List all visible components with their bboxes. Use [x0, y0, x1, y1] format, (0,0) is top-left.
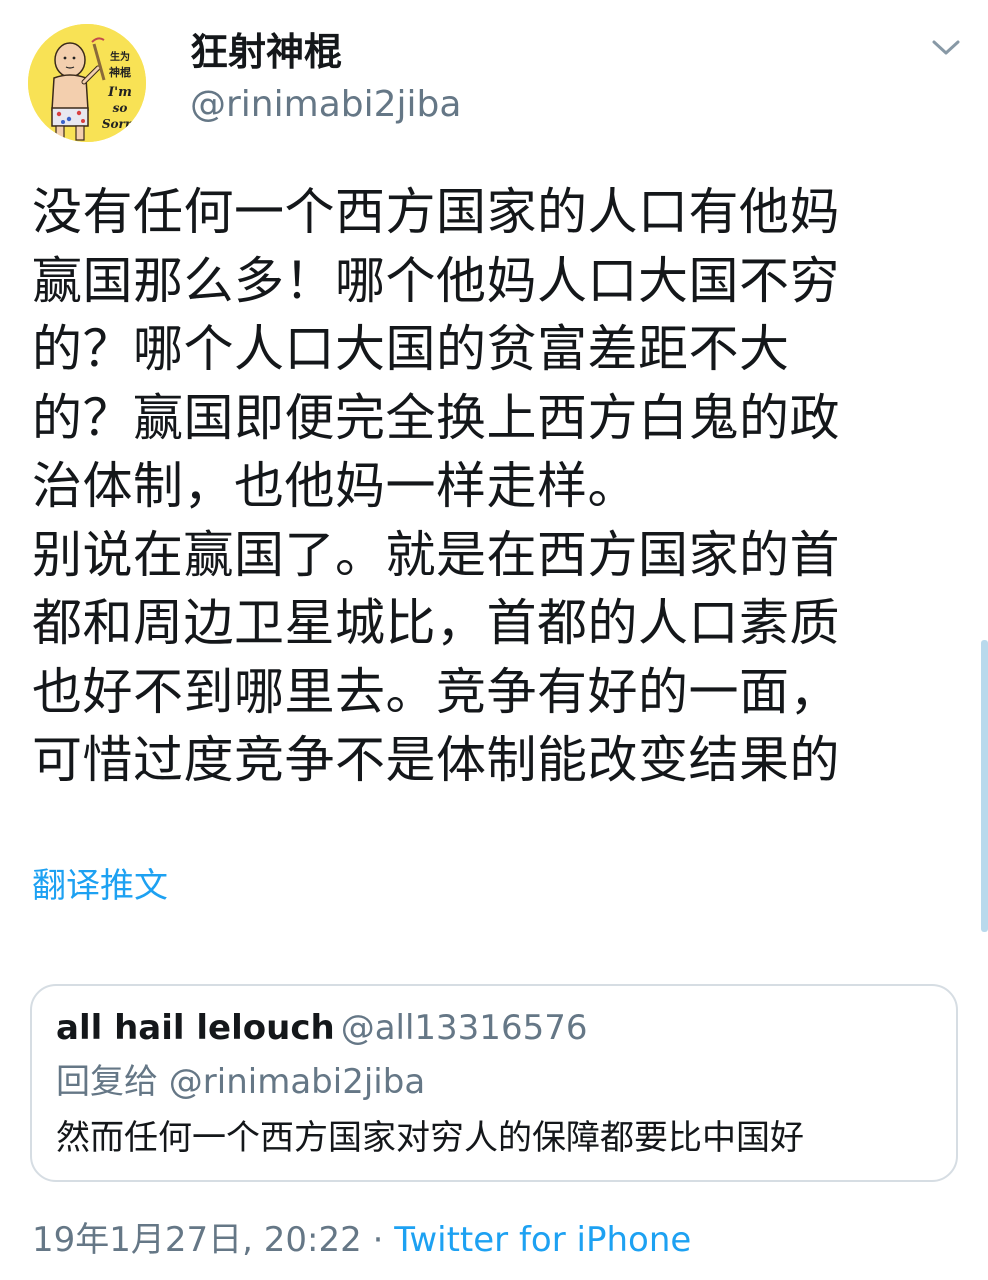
quoted-tweet-text: 然而任何一个西方国家对穷人的保障都要比中国好	[56, 1118, 804, 1158]
svg-text:I'm: I'm	[107, 85, 132, 100]
translate-tweet-link[interactable]: 翻译推文	[32, 864, 168, 908]
quoted-author: all hail lelouch @all13316576	[56, 1006, 587, 1050]
svg-text:so: so	[113, 101, 128, 115]
svg-text:神棍: 神棍	[109, 65, 131, 79]
quoted-author-handle: @all13316576	[340, 1008, 588, 1048]
tweet-text: 没有任何一个西方国家的人口有他妈 赢国那么多！哪个他妈人口大国不穷 的？哪个人口…	[32, 183, 840, 789]
quoted-author-name: all hail lelouch	[56, 1008, 335, 1048]
author-display-name[interactable]: 狂射神棍	[190, 28, 342, 76]
avatar[interactable]: 生为 神棍 I'm so Sorry	[28, 24, 146, 142]
svg-text:Sorry: Sorry	[102, 117, 139, 131]
tweet-meta: 19年1月27日, 20:22 · Twitter for iPhone	[32, 1218, 691, 1262]
chevron-down-icon	[932, 40, 960, 55]
svg-text:生为: 生为	[110, 50, 130, 63]
meta-separator: ·	[361, 1220, 395, 1260]
more-options-button[interactable]	[924, 30, 968, 66]
author-handle[interactable]: @rinimabi2jiba	[190, 82, 461, 128]
quoted-reply-to: 回复给 @rinimabi2jiba	[56, 1062, 426, 1102]
quoted-tweet-card[interactable]: all hail lelouch @all13316576 回复给 @rinima…	[30, 984, 958, 1182]
tweet-source-link[interactable]: Twitter for iPhone	[394, 1220, 691, 1260]
tweet-timestamp[interactable]: 19年1月27日, 20:22	[32, 1220, 362, 1260]
avatar-illustration: 生为 神棍 I'm so Sorry	[28, 24, 146, 142]
scroll-indicator[interactable]	[981, 640, 988, 932]
